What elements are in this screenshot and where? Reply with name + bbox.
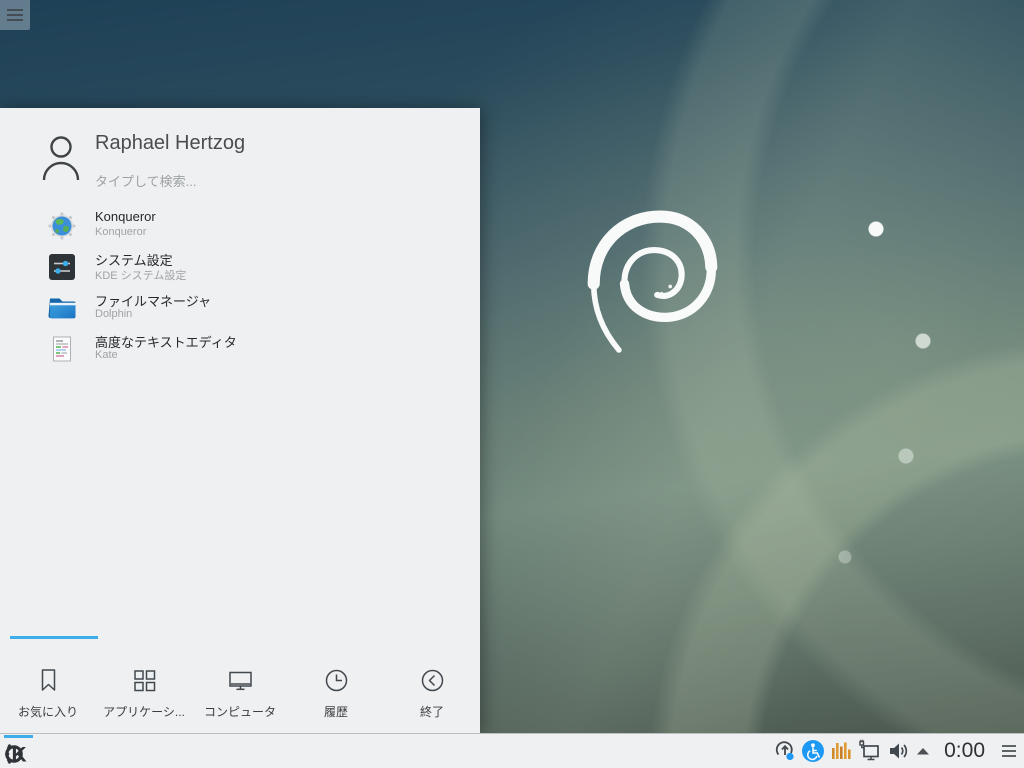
kde-logo-icon: K (4, 738, 32, 766)
network-icon[interactable] (857, 739, 881, 763)
expand-tray-icon[interactable] (915, 745, 931, 757)
svg-text:K: K (12, 744, 27, 767)
list-item-konqueror[interactable]: Konqueror Konqueror (0, 206, 480, 247)
panel-toggle-button[interactable] (0, 0, 30, 30)
tab-label: コンピュータ (204, 703, 276, 720)
list-item-subtitle: Konqueror (95, 226, 146, 238)
list-item-system-settings[interactable]: システム設定 KDE システム設定 (0, 247, 480, 288)
favorites-list: Konqueror Konqueror システム設定 KDE システム設定 (0, 206, 480, 370)
text-editor-icon (48, 335, 76, 363)
hamburger-line (1002, 750, 1016, 752)
hamburger-icon (7, 19, 23, 21)
kickoff-launcher-popup: Raphael Hertzog タイプして検索... (0, 108, 480, 734)
accessibility-icon[interactable] (801, 739, 825, 763)
app-grid-icon (131, 667, 158, 694)
hamburger-icon (7, 9, 23, 11)
konqueror-icon (48, 212, 76, 240)
system-settings-icon (48, 253, 76, 281)
panel-menu-icon[interactable] (1000, 743, 1018, 759)
computer-icon (227, 667, 254, 694)
file-manager-icon (48, 294, 76, 322)
application-launcher-button[interactable]: K (0, 734, 36, 768)
tab-label: お気に入り (18, 703, 78, 720)
search-input[interactable]: タイプして検索... (95, 171, 196, 190)
list-item-text-editor[interactable]: 高度なテキストエディタ Kate (0, 329, 480, 370)
list-item-subtitle: Dolphin (95, 308, 132, 320)
list-item-subtitle: KDE システム設定 (95, 267, 186, 283)
desktop: Raphael Hertzog タイプして検索... (0, 0, 1024, 768)
user-name: Raphael Hertzog (95, 132, 245, 155)
launcher-tab-bar: お気に入り アプリケーシ... コンピュータ (0, 667, 480, 720)
tab-leave[interactable]: 終了 (384, 667, 480, 720)
updates-icon[interactable] (774, 740, 796, 762)
hamburger-line (1002, 755, 1016, 757)
bookmark-icon (35, 667, 62, 694)
leave-icon (419, 667, 446, 694)
tab-computer[interactable]: コンピュータ (192, 667, 288, 720)
active-tab-indicator (10, 636, 98, 639)
list-item-subtitle: Kate (95, 349, 118, 361)
history-clock-icon (323, 667, 350, 694)
tab-history[interactable]: 履歴 (288, 667, 384, 720)
hamburger-line (1002, 745, 1016, 747)
tab-favorites[interactable]: お気に入り (0, 667, 96, 720)
tab-label: アプリケーシ... (103, 703, 185, 720)
mixer-icon[interactable] (830, 740, 852, 762)
digital-clock[interactable]: 0:00 (944, 739, 985, 763)
debian-swirl-logo (575, 196, 730, 364)
list-item-title: Konqueror (95, 209, 156, 224)
user-avatar-icon (42, 134, 80, 182)
hamburger-icon (7, 14, 23, 16)
tab-label: 履歴 (324, 703, 348, 720)
taskbar: K (0, 733, 1024, 768)
tab-applications[interactable]: アプリケーシ... (96, 667, 192, 720)
volume-icon[interactable] (886, 739, 910, 763)
list-item-file-manager[interactable]: ファイルマネージャ Dolphin (0, 288, 480, 329)
system-tray: 0:00 (774, 734, 1018, 768)
tab-label: 終了 (420, 703, 444, 720)
